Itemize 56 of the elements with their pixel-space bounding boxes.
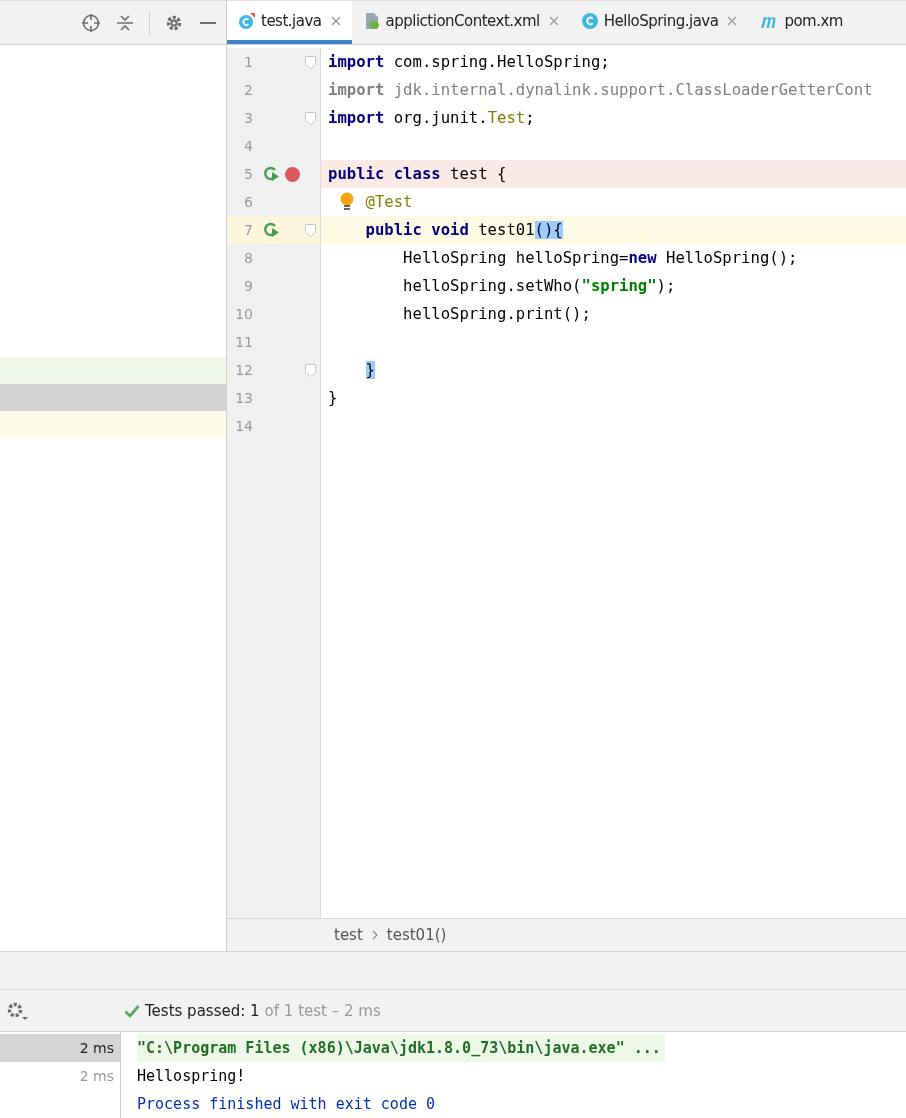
run-test-icon[interactable] — [263, 222, 281, 238]
breadcrumb[interactable]: test — [334, 925, 363, 944]
line-number: 5 — [243, 166, 253, 182]
close-icon[interactable] — [330, 15, 341, 26]
chevron-icon — [370, 929, 379, 940]
line-number: 8 — [243, 250, 253, 266]
editor-tab[interactable]: HelloSpring.java — [569, 1, 749, 44]
console-line: Hellospring! — [137, 1066, 247, 1087]
lightbulb-icon[interactable] — [340, 192, 354, 212]
code-line: helloSpring.setWho("spring"); — [403, 277, 676, 295]
line-number: 10 — [234, 306, 253, 322]
locate-icon[interactable] — [81, 12, 101, 33]
code-line: import com.spring.HelloSpring; — [328, 53, 610, 71]
status-detail: of 1 test – 2 ms — [264, 1001, 381, 1020]
fold-icon[interactable] — [304, 363, 316, 377]
code-line: @Test — [365, 193, 413, 211]
close-icon[interactable] — [727, 15, 738, 26]
console-line: Process finished with exit code 0 — [137, 1094, 436, 1115]
close-icon[interactable] — [548, 15, 559, 26]
tab-label: HelloSpring.java — [603, 11, 719, 30]
code-line: import jdk.internal.dynalink.support.ClassLoaderGetterCont — [328, 81, 873, 99]
line-number: 7 — [243, 222, 253, 238]
code-line: helloSpring.print(); — [403, 305, 591, 323]
collapse-icon[interactable] — [115, 12, 135, 33]
code-line: public class test { — [328, 165, 507, 183]
breadcrumb[interactable]: test01() — [386, 925, 447, 944]
code-line: HelloSpring helloSpring=new HelloSpring(); — [403, 249, 798, 267]
line-number: 12 — [234, 362, 253, 378]
fold-icon[interactable] — [304, 111, 316, 125]
line-number: 4 — [243, 138, 253, 154]
code-line: import org.junit.Test; — [328, 109, 535, 127]
line-number: 2 — [243, 82, 253, 98]
line-number: 11 — [234, 334, 253, 350]
line-number: 1 — [243, 54, 253, 70]
checkmark-icon — [124, 1003, 140, 1018]
tab-label: test.java — [261, 11, 322, 30]
code-line: public void test01(){ — [365, 221, 563, 239]
line-number: 14 — [234, 418, 253, 434]
line-number: 6 — [243, 194, 253, 210]
java-test-class-icon — [238, 11, 256, 30]
java-class-icon — [580, 11, 599, 30]
breakpoint-icon[interactable] — [285, 166, 300, 182]
line-number: 13 — [234, 390, 253, 406]
editor-tab[interactable]: test.java — [227, 1, 352, 44]
fold-icon[interactable] — [304, 223, 316, 237]
run-test-icon[interactable] — [263, 166, 281, 182]
code-line: } — [328, 389, 338, 407]
line-number: 3 — [243, 110, 253, 126]
editor-tab[interactable]: applictionContext.xml — [351, 1, 570, 44]
tab-label: applictionContext.xml — [385, 11, 540, 30]
status-label: Tests passed: 1 — [145, 1001, 260, 1020]
tab-label: pom.xm — [784, 11, 843, 30]
editor-tab[interactable]: pom.xm — [748, 1, 854, 44]
test-duration[interactable]: 2 ms — [0, 1034, 120, 1062]
fold-icon[interactable] — [304, 55, 316, 69]
line-number: 9 — [243, 278, 253, 294]
